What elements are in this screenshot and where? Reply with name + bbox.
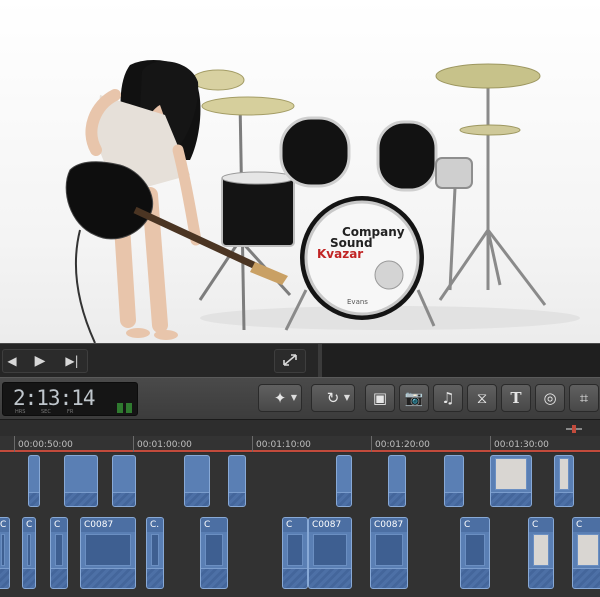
clip-appearance-button[interactable]: ▣ [365, 384, 395, 412]
timeline-clip-c0087[interactable]: C0087 [308, 517, 352, 589]
transitions-icon: ⧖ [476, 389, 488, 407]
video-editor-window: Company Sound Kvazar Evans ◀ ▶ ▶| 2:13:1… [0, 0, 600, 597]
timecode-unit-hrs: HRS [15, 409, 26, 415]
crash-cymbal [435, 63, 541, 89]
timeline-clip[interactable]: C [50, 517, 68, 589]
play-icon[interactable]: ▶ [30, 350, 50, 372]
timeline-clip[interactable] [554, 455, 574, 507]
fullscreen-button[interactable] [274, 349, 306, 373]
timeline-tracks[interactable]: C C C C0087 C. C C C0087 C0087 C C C [0, 453, 600, 597]
generator-icon: ◎ [543, 389, 557, 407]
timeline-clip[interactable]: C [460, 517, 490, 589]
timeline-clip[interactable] [112, 455, 136, 507]
timeline-clip[interactable] [228, 455, 246, 507]
video-frame: Company Sound Kvazar Evans [65, 60, 580, 343]
timeline-clip[interactable]: C [528, 517, 554, 589]
music-note-icon: ♫ [441, 389, 455, 407]
skip-back-icon[interactable]: ◀ [4, 350, 20, 372]
ruler-label: 00:01:30:00 [494, 440, 549, 450]
magic-wand-button[interactable]: ✦ ▼ [258, 384, 302, 412]
timeline-clip[interactable] [28, 455, 40, 507]
camera-icon: 📷 [404, 389, 424, 407]
retime-button[interactable]: ↻ ▼ [311, 384, 355, 412]
title-icon: T [510, 389, 522, 407]
zoom-slider-icon[interactable] [566, 424, 582, 434]
music-browser-button[interactable]: ♫ [433, 384, 463, 412]
transitions-button[interactable]: ⧖ [467, 384, 497, 412]
video-viewer[interactable]: Company Sound Kvazar Evans [0, 0, 600, 343]
timeline-clip[interactable] [490, 455, 532, 507]
timeline-clip[interactable] [184, 455, 210, 507]
toolbar: 2:13:14 HRS SEC FR ✦ ▼ ↻ ▼ ▣ 📷 ♫ ⧖ T ◎ ⌗ [0, 377, 600, 419]
timeline-clip[interactable] [64, 455, 98, 507]
timeline-clip[interactable]: C [282, 517, 308, 589]
timeline-clip-c0087[interactable]: C0087 [370, 517, 408, 589]
timeline-clip[interactable] [336, 455, 352, 507]
timeline-clip[interactable]: C [572, 517, 600, 589]
timecode-unit-sec: SEC [41, 409, 51, 415]
timeline-clip[interactable]: C. [146, 517, 164, 589]
fullscreen-icon [283, 354, 297, 366]
timeline-clip[interactable] [444, 455, 464, 507]
ruler-label: 00:01:10:00 [256, 440, 311, 450]
timeline-clip[interactable]: C [200, 517, 228, 589]
photo-browser-button[interactable]: 📷 [399, 384, 429, 412]
themes-button[interactable]: ⌗ [569, 384, 599, 412]
magic-wand-icon: ✦ [273, 389, 287, 407]
themes-icon: ⌗ [579, 389, 589, 407]
timeline-clip[interactable] [388, 455, 406, 507]
ruler-label: 00:01:20:00 [375, 440, 430, 450]
clip-appearance-icon: ▣ [372, 389, 388, 407]
chevron-down-icon: ▼ [290, 393, 297, 402]
logo-line-kvazar: Kvazar [317, 247, 363, 261]
titles-button[interactable]: T [501, 384, 531, 412]
timeline-clip[interactable]: C [0, 517, 10, 589]
drum-brand: Evans [347, 298, 368, 306]
skip-forward-icon[interactable]: ▶| [62, 350, 82, 372]
timeline-clip[interactable]: C [22, 517, 36, 589]
chevron-down-icon: ▼ [343, 393, 350, 402]
transport-bar: ◀ ▶ ▶| [0, 343, 600, 378]
timeline-clip-c0087[interactable]: C0087 [80, 517, 136, 589]
ruler-label: 00:00:50:00 [18, 440, 73, 450]
retime-icon: ↻ [326, 389, 340, 407]
timecode-display[interactable]: 2:13:14 HRS SEC FR [2, 382, 138, 416]
generators-button[interactable]: ◎ [535, 384, 565, 412]
timecode-unit-fr: FR [67, 409, 74, 415]
audio-meter [115, 391, 135, 413]
timecode-value: 2:13:14 [13, 386, 96, 410]
ruler-label: 00:01:00:00 [137, 440, 192, 450]
timeline-ruler[interactable]: 00:00:50:00 00:01:00:00 00:01:10:00 00:0… [0, 419, 600, 453]
